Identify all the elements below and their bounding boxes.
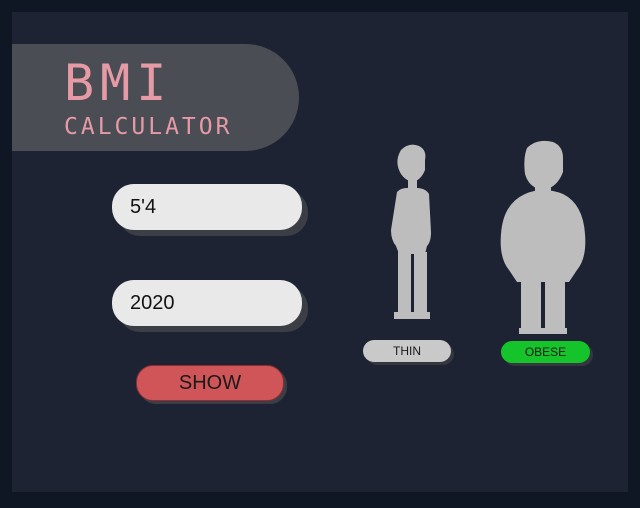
weight-field[interactable] [112, 280, 302, 326]
obese-person-icon [497, 138, 589, 338]
weight-input[interactable] [130, 291, 290, 315]
title-banner: BMI CALCULATOR [12, 44, 299, 151]
app-subtitle: CALCULATOR [64, 114, 233, 140]
thin-category-badge: THIN [363, 340, 451, 362]
thin-person-icon [387, 142, 437, 324]
obese-category-badge: OBESE [501, 341, 590, 363]
height-input[interactable] [130, 195, 290, 219]
height-field[interactable] [112, 184, 302, 230]
app-title: BMI [64, 54, 173, 112]
show-button[interactable]: SHOW [136, 365, 284, 401]
bmi-calculator-window: BMI CALCULATOR SHOW [12, 12, 628, 492]
